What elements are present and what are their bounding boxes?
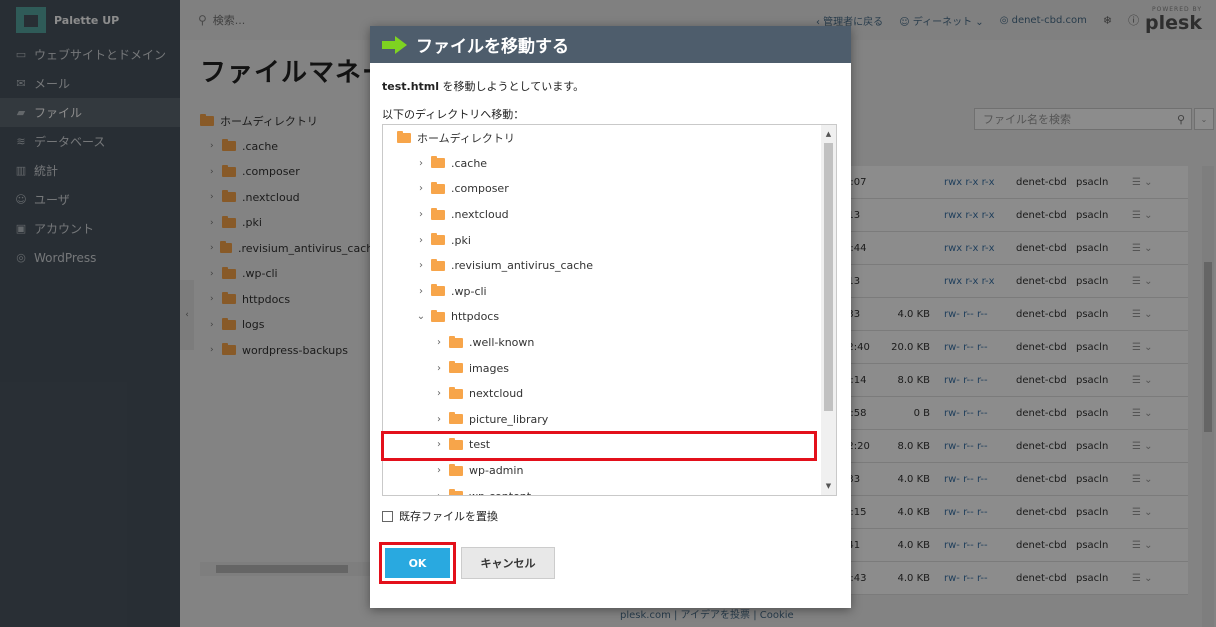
scroll-up-icon[interactable]: ▲ [821,127,836,141]
dialog-tree-label: wp-admin [469,464,524,478]
tree-scrollbar[interactable]: ▲ ▼ [821,125,836,495]
dialog-tree-label: ホームディレクトリ [417,131,515,145]
dialog-title: ファイルを移動する [416,37,569,57]
chevron-right-icon[interactable]: › [433,388,445,399]
chevron-right-icon[interactable]: › [433,363,445,374]
cancel-button[interactable]: キャンセル [461,547,555,579]
dialog-tree-label: httpdocs [451,310,500,324]
target-directory-tree: ホームディレクトリ › .cache › .composer › .nextcloud › .p… [382,124,837,496]
folder-icon [449,437,463,450]
scrollbar-thumb[interactable] [824,143,833,411]
dialog-tree-label: picture_library [469,412,549,426]
dialog-message: test.html を移動しようとしています。 [382,78,584,94]
folder-icon [431,258,445,271]
chevron-right-icon[interactable]: › [415,235,427,246]
ok-button[interactable]: OK [385,548,450,578]
move-file-dialog: ファイルを移動する test.html を移動しようとしています。 以下のディレ… [370,26,851,608]
dialog-tree-label: images [469,361,509,375]
target-directory-label: 以下のディレクトリへ移動： [382,108,525,121]
dialog-tree-item[interactable]: ホームディレクトリ [383,125,836,151]
dialog-tree-item[interactable]: › picture_library [383,407,836,433]
dialog-tree-label: nextcloud [469,387,524,401]
dialog-tree-item[interactable]: › .pki [383,227,836,253]
file-name: test.html [382,80,440,93]
dialog-tree-label: .composer [451,182,509,196]
chevron-right-icon[interactable]: › [415,158,427,169]
dialog-tree-item[interactable]: › .nextcloud [383,202,836,228]
chevron-right-icon[interactable]: › [415,209,427,220]
folder-icon [449,386,463,399]
dialog-tree-label: test [469,438,491,452]
chevron-right-icon[interactable]: › [433,465,445,476]
chevron-right-icon[interactable]: › [433,439,445,450]
dialog-tree-item[interactable]: › .revisium_antivirus_cache [383,253,836,279]
folder-icon [431,233,445,246]
dialog-tree-item[interactable]: › images [383,355,836,381]
folder-icon [431,207,445,220]
dialog-tree-label: .pki [451,233,471,247]
dialog-tree-label: .nextcloud [451,208,509,222]
folder-icon [431,309,445,322]
dialog-tree-item[interactable]: › .wp-cli [383,279,836,305]
dialog-tree-item[interactable]: › .well-known [383,330,836,356]
dialog-tree-label: .cache [451,156,488,170]
dialog-tree-label: wp-content [469,490,531,495]
dialog-tree-label: .revisium_antivirus_cache [451,259,594,273]
dialog-tree-label: .well-known [469,336,535,350]
chevron-right-icon[interactable]: › [433,337,445,348]
folder-icon [431,156,445,169]
folder-icon [449,361,463,374]
arrow-right-icon [382,35,408,54]
replace-existing-option[interactable]: 既存ファイルを置換 [382,508,498,524]
chevron-down-icon[interactable]: ⌄ [415,311,427,322]
folder-icon [431,181,445,194]
replace-existing-checkbox[interactable] [382,510,393,522]
replace-existing-label: 既存ファイルを置換 [399,510,498,523]
chevron-right-icon[interactable]: › [415,286,427,297]
dialog-tree-label: .wp-cli [451,284,487,298]
dialog-tree-item[interactable]: › .composer [383,176,836,202]
folder-icon [431,284,445,297]
folder-icon [449,335,463,348]
folder-icon [449,463,463,476]
folder-icon [449,412,463,425]
scroll-down-icon[interactable]: ▼ [821,479,836,493]
message-text: を移動しようとしています。 [439,80,585,93]
chevron-right-icon[interactable]: › [433,491,445,495]
dialog-tree-item[interactable]: › wp-content [383,483,836,495]
dialog-tree-item[interactable]: › nextcloud [383,381,836,407]
dialog-tree-item[interactable]: › .cache [383,151,836,177]
dialog-tree-item[interactable]: › wp-admin [383,458,836,484]
ok-button-highlight: OK [379,542,456,584]
folder-icon [397,130,411,143]
chevron-right-icon[interactable]: › [415,260,427,271]
chevron-right-icon[interactable]: › [433,414,445,425]
dialog-header: ファイルを移動する [370,26,851,63]
folder-icon [449,489,463,495]
dialog-tree-item[interactable]: › test [383,432,836,458]
dialog-tree-item[interactable]: ⌄ httpdocs [383,304,836,330]
chevron-right-icon[interactable]: › [415,183,427,194]
